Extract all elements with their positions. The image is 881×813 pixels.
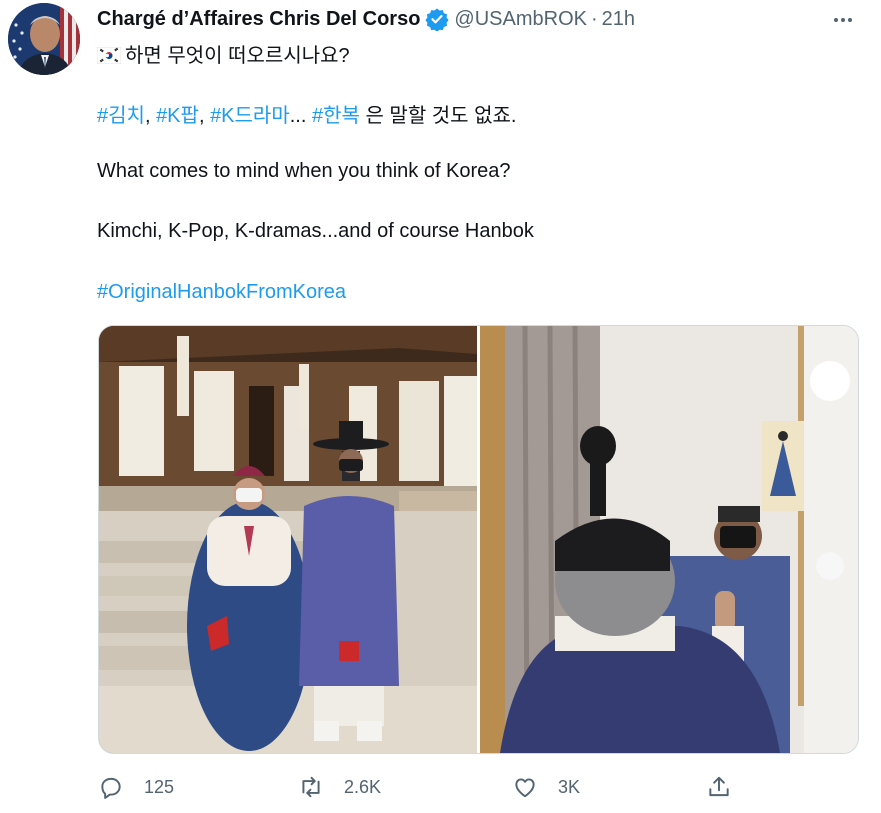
tweet-header: Chargé d’Affaires Chris Del Corso @USAmb… — [97, 6, 635, 32]
text-separator: , — [198, 105, 211, 127]
tweet-text-line-2: #김치, #K팝, #K드라마... #한복 은 말할 것도 없죠. — [97, 99, 517, 128]
text-ellipsis: ... — [289, 105, 312, 127]
author-name[interactable]: Chargé d’Affaires Chris Del Corso — [97, 8, 420, 31]
hashtag-hanbok[interactable]: #한복 — [312, 105, 360, 127]
more-options-icon[interactable] — [831, 8, 855, 32]
hashtag-kdrama[interactable]: #K드라마 — [210, 105, 290, 127]
like-icon — [515, 778, 535, 798]
share-button[interactable] — [706, 770, 732, 804]
verified-badge-icon — [425, 7, 450, 32]
hashtag-original-hanbok[interactable]: #OriginalHanbokFromKorea — [97, 281, 346, 304]
tweet-text-ko-ending: 은 말할 것도 없죠. — [359, 105, 517, 127]
author-avatar[interactable] — [8, 3, 80, 75]
photo-mirror-selfie[interactable] — [480, 326, 858, 753]
tweet-text-line-4: Kimchi, K-Pop, K-dramas...and of course … — [97, 220, 534, 242]
reply-icon — [101, 777, 121, 799]
tweet-timestamp[interactable]: 21h — [602, 8, 635, 31]
tweet-action-bar: 125 2.6K 3K — [98, 770, 758, 804]
retweet-icon — [302, 776, 320, 798]
retweet-button[interactable]: 2.6K — [298, 770, 381, 804]
reply-count: 125 — [144, 776, 175, 797]
hashtag-kimchi[interactable]: #김치 — [97, 105, 145, 127]
author-handle[interactable]: @USAmbROK — [454, 8, 587, 31]
flag-korea-icon — [96, 46, 122, 65]
tweet-text-line-1: 하면 무엇이 떠오르시나요? — [96, 39, 350, 68]
hashtag-kpop[interactable]: #K팝 — [156, 105, 199, 127]
separator-dot: · — [590, 7, 598, 30]
retweet-count: 2.6K — [344, 776, 382, 797]
media-grid — [98, 325, 859, 754]
tweet-text-ko-question: 하면 무엇이 떠오르시나요? — [125, 45, 350, 67]
text-separator: , — [144, 105, 157, 127]
like-count: 3K — [558, 776, 581, 797]
reply-button[interactable]: 125 — [98, 770, 174, 804]
photo-palace-couple[interactable] — [99, 326, 477, 753]
like-button[interactable]: 3K — [512, 770, 580, 804]
tweet-text-line-3: What comes to mind when you think of Kor… — [97, 160, 511, 182]
share-icon — [709, 776, 729, 797]
